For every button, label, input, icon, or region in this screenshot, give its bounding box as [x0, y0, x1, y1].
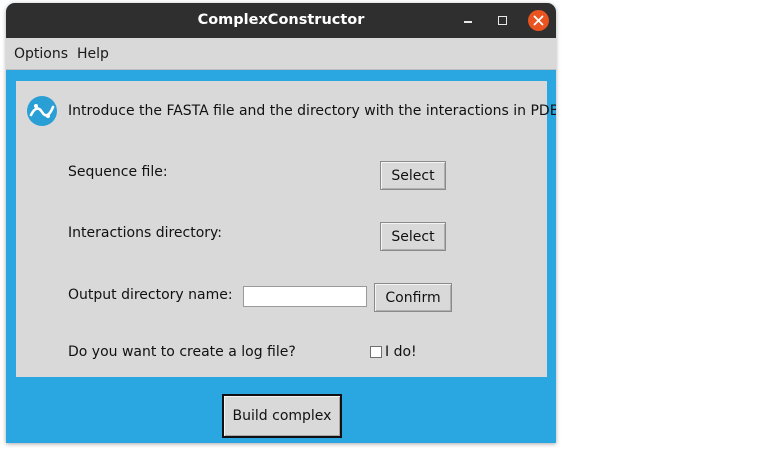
select-interactions-button[interactable]: Select — [380, 222, 446, 251]
log-file-question: Do you want to create a log file? — [68, 344, 296, 360]
form-panel: Introduce the FASTA file and the directo… — [16, 81, 556, 377]
log-file-checkbox-label[interactable]: I do! — [385, 344, 417, 360]
menu-options[interactable]: Options — [14, 38, 68, 70]
select-sequence-button[interactable]: Select — [380, 161, 446, 190]
interactions-directory-label: Interactions directory: — [68, 225, 223, 241]
intro-text: Introduce the FASTA file and the directo… — [68, 103, 556, 119]
build-complex-button[interactable]: Build complex — [222, 394, 342, 438]
title-bar[interactable]: ComplexConstructor — [6, 3, 556, 38]
menu-bar: Options Help — [6, 38, 556, 70]
app-window: ComplexConstructor Options Help Introduc… — [6, 3, 556, 443]
log-file-checkbox[interactable] — [370, 346, 382, 358]
confirm-button[interactable]: Confirm — [374, 283, 452, 312]
dna-wave-icon — [26, 95, 58, 127]
output-directory-label: Output directory name: — [68, 287, 233, 303]
close-icon[interactable] — [528, 10, 549, 31]
minimize-icon[interactable] — [458, 11, 478, 31]
maximize-icon[interactable] — [493, 11, 513, 31]
sequence-file-label: Sequence file: — [68, 164, 168, 180]
menu-help[interactable]: Help — [77, 38, 109, 70]
output-directory-input[interactable] — [243, 286, 367, 307]
